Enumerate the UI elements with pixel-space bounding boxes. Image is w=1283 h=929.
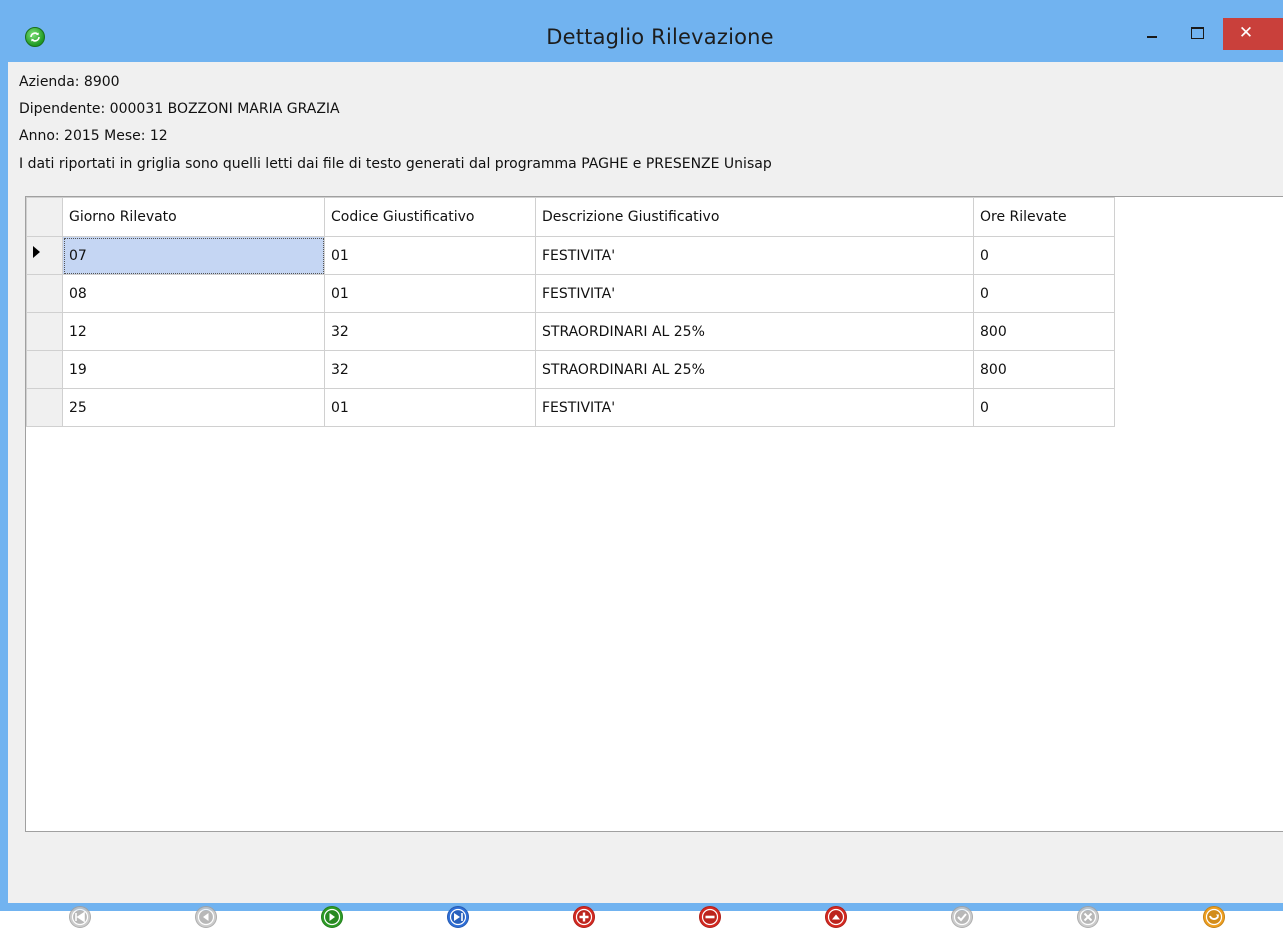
- last-record-icon: [447, 906, 469, 928]
- nav-refresh-button[interactable]: [1202, 905, 1226, 929]
- cell-ore[interactable]: 0: [973, 388, 1115, 427]
- cell-descrizione[interactable]: FESTIVITA': [535, 388, 974, 427]
- table-row[interactable]: 25 01 FESTIVITA' 0: [26, 388, 1115, 427]
- previous-record-icon: [195, 906, 217, 928]
- dipendente-label: Dipendente: 000031 BOZZONI MARIA GRAZIA: [19, 101, 340, 117]
- cell-ore[interactable]: 800: [973, 312, 1115, 351]
- cell-giorno[interactable]: 12: [62, 312, 325, 351]
- cell-giorno[interactable]: 08: [62, 274, 325, 313]
- row-header[interactable]: [26, 274, 63, 313]
- cell-ore[interactable]: 0: [973, 236, 1115, 275]
- nav-last-button[interactable]: [446, 905, 470, 929]
- table-row[interactable]: 19 32 STRAORDINARI AL 25% 800: [26, 350, 1115, 389]
- nav-first-button[interactable]: [68, 905, 92, 929]
- row-header[interactable]: [26, 312, 63, 351]
- grid-table: Giorno Rilevato Codice Giustificativo De…: [26, 197, 1115, 427]
- table-row[interactable]: 08 01 FESTIVITA' 0: [26, 274, 1115, 313]
- data-grid[interactable]: Giorno Rilevato Codice Giustificativo De…: [25, 196, 1283, 832]
- edit-record-icon: [825, 906, 847, 928]
- cell-descrizione[interactable]: FESTIVITA': [535, 274, 974, 313]
- cell-codice[interactable]: 01: [324, 236, 536, 275]
- header-row: Giorno Rilevato Codice Giustificativo De…: [26, 197, 1115, 237]
- column-header-ore[interactable]: Ore Rilevate: [973, 197, 1115, 237]
- current-row-arrow-icon: [33, 246, 40, 258]
- cell-ore[interactable]: 800: [973, 350, 1115, 389]
- cell-ore[interactable]: 0: [973, 274, 1115, 313]
- cell-giorno[interactable]: 07: [62, 236, 325, 275]
- post-edit-icon: [951, 906, 973, 928]
- cell-codice[interactable]: 01: [324, 388, 536, 427]
- client-area: Azienda: 8900 Dipendente: 000031 BOZZONI…: [8, 62, 1283, 928]
- column-header-descrizione[interactable]: Descrizione Giustificativo: [535, 197, 974, 237]
- minimize-button[interactable]: [1133, 18, 1171, 50]
- table-row[interactable]: 12 32 STRAORDINARI AL 25% 800: [26, 312, 1115, 351]
- column-header-giorno[interactable]: Giorno Rilevato: [62, 197, 325, 237]
- row-header[interactable]: [26, 350, 63, 389]
- first-record-icon: [69, 906, 91, 928]
- next-record-icon: [321, 906, 343, 928]
- table-row[interactable]: 07 01 FESTIVITA' 0: [26, 236, 1115, 275]
- insert-record-icon: [573, 906, 595, 928]
- title-bar[interactable]: Dettaglio Rilevazione: [0, 0, 1283, 62]
- info-note: I dati riportati in griglia sono quelli …: [19, 156, 772, 172]
- nav-insert-button[interactable]: [572, 905, 596, 929]
- periodo-label: Anno: 2015 Mese: 12: [19, 128, 168, 144]
- row-header[interactable]: [26, 388, 63, 427]
- nav-delete-button[interactable]: [698, 905, 722, 929]
- azienda-label: Azienda: 8900: [19, 74, 120, 90]
- cell-codice[interactable]: 01: [324, 274, 536, 313]
- cell-giorno[interactable]: 19: [62, 350, 325, 389]
- nav-edit-button[interactable]: [824, 905, 848, 929]
- nav-post-button[interactable]: [950, 905, 974, 929]
- window-title: Dettaglio Rilevazione: [546, 25, 774, 49]
- delete-record-icon: [699, 906, 721, 928]
- cell-descrizione[interactable]: STRAORDINARI AL 25%: [535, 350, 974, 389]
- maximize-button[interactable]: [1178, 18, 1218, 50]
- cell-codice[interactable]: 32: [324, 312, 536, 351]
- cell-descrizione[interactable]: STRAORDINARI AL 25%: [535, 312, 974, 351]
- cancel-edit-icon: [1077, 906, 1099, 928]
- row-header[interactable]: [26, 236, 63, 275]
- nav-cancel-button[interactable]: [1076, 905, 1100, 929]
- main-window: Dettaglio Rilevazione Azienda: 8900 Dipe…: [0, 0, 1283, 928]
- refresh-icon: [1203, 906, 1225, 928]
- cell-descrizione[interactable]: FESTIVITA': [535, 236, 974, 275]
- column-header-codice[interactable]: Codice Giustificativo: [324, 197, 536, 237]
- nav-previous-button[interactable]: [194, 905, 218, 929]
- close-button[interactable]: [1223, 18, 1283, 50]
- row-header-corner: [26, 197, 63, 237]
- nav-next-button[interactable]: [320, 905, 344, 929]
- cell-giorno[interactable]: 25: [62, 388, 325, 427]
- cell-codice[interactable]: 32: [324, 350, 536, 389]
